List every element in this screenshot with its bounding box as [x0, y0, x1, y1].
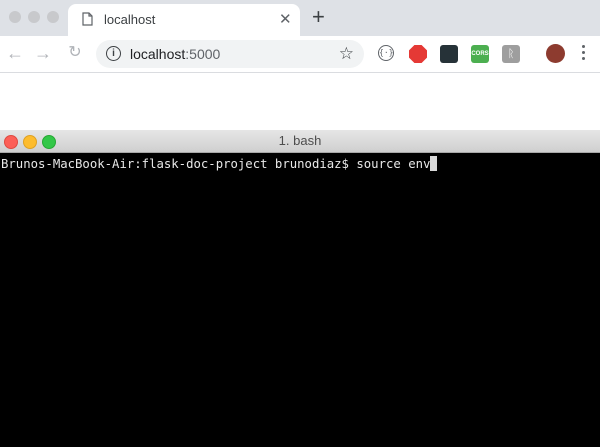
window-close-button[interactable] [9, 11, 21, 23]
dark-extension-icon[interactable] [440, 45, 458, 63]
browser-tab-strip: localhost ✕ + [0, 0, 600, 36]
window-minimize-button[interactable] [28, 11, 40, 23]
code-icon[interactable]: {·} [378, 45, 394, 61]
browser-toolbar: ← → ↻ i localhost:5000 ☆ {·} CORS ᚱ [0, 36, 600, 73]
terminal-titlebar: 1. bash [0, 130, 600, 153]
forward-icon[interactable]: → [32, 42, 54, 64]
adblock-icon[interactable] [409, 45, 427, 63]
profile-avatar[interactable] [546, 44, 565, 63]
browser-menu-icon[interactable] [582, 45, 586, 63]
window-zoom-button[interactable] [47, 11, 59, 23]
web-page-content [0, 73, 600, 130]
url-text[interactable]: localhost:5000 [130, 46, 220, 62]
shell-prompt: Brunos-MacBook-Air:flask-doc-project bru… [1, 157, 357, 171]
bookmark-star-icon[interactable]: ☆ [339, 44, 354, 64]
terminal-window: 1. bash Brunos-MacBook-Air:flask-doc-pro… [0, 130, 600, 447]
browser-tab[interactable]: localhost ✕ [68, 4, 300, 36]
wappalyzer-icon[interactable]: ᚱ [502, 45, 520, 63]
text-cursor [430, 156, 438, 171]
command-line: Brunos-MacBook-Air:flask-doc-project bru… [1, 156, 438, 171]
new-tab-button[interactable]: + [312, 6, 325, 28]
address-bar[interactable]: i localhost:5000 ☆ [96, 40, 364, 68]
tab-close-icon[interactable]: ✕ [279, 10, 292, 28]
terminal-body[interactable]: Brunos-MacBook-Air:flask-doc-project bru… [0, 153, 600, 447]
terminal-title: 1. bash [278, 133, 322, 148]
site-info-icon[interactable]: i [106, 46, 121, 61]
tab-title: localhost [104, 12, 156, 27]
cors-icon[interactable]: CORS [471, 45, 489, 63]
reload-icon[interactable]: ↻ [64, 42, 86, 64]
back-icon[interactable]: ← [4, 42, 26, 64]
page-icon [82, 12, 93, 26]
typed-command: source env [356, 157, 431, 171]
